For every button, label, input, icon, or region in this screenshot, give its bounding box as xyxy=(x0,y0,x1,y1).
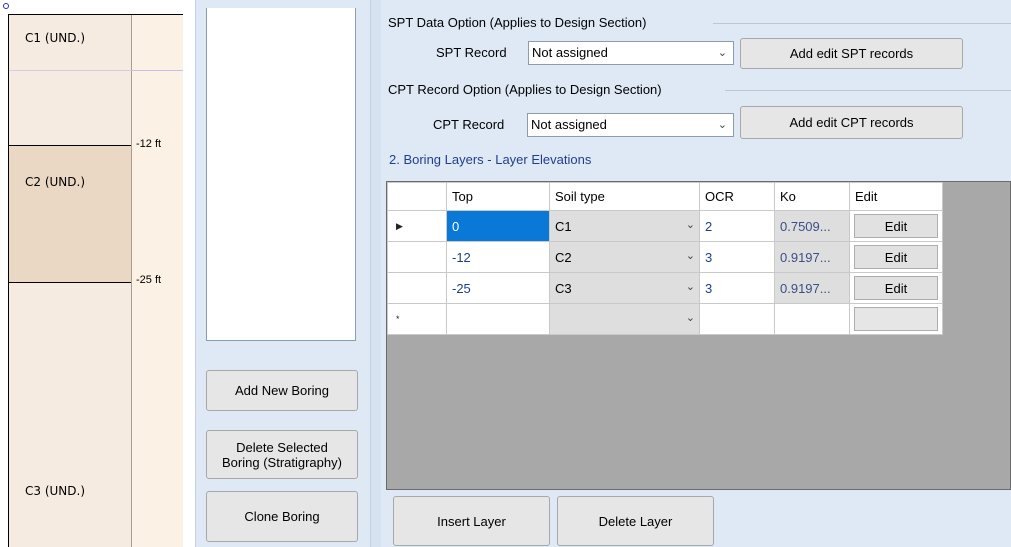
anchor-handle-icon[interactable] xyxy=(3,3,9,9)
ko-cell: 0.9197... xyxy=(774,241,850,273)
edit-cell: Edit xyxy=(849,241,943,273)
ocr-cell[interactable]: 3 xyxy=(699,272,775,304)
row-header[interactable] xyxy=(387,241,447,273)
top-cell[interactable]: -25 xyxy=(446,272,550,304)
chevron-down-icon: ⌄ xyxy=(717,47,727,59)
ocr-cell[interactable]: 3 xyxy=(699,241,775,273)
cpt-group-border xyxy=(725,90,1011,91)
edit-layer-button[interactable]: Edit xyxy=(854,245,938,269)
add-new-boring-button[interactable]: Add New Boring xyxy=(206,370,358,411)
layers-table: Top Soil type OCR Ko Edit ▶ 0 C1 ⌄ 2 0.75… xyxy=(387,182,943,335)
table-header-row: Top Soil type OCR Ko Edit xyxy=(387,182,943,211)
soil-type-cell[interactable]: C1 ⌄ xyxy=(549,210,700,242)
table-row[interactable]: ▶ 0 C1 ⌄ 2 0.7509... Edit xyxy=(387,210,943,242)
clone-boring-button[interactable]: Clone Boring xyxy=(206,491,358,542)
panel-splitter[interactable] xyxy=(370,0,381,547)
insert-layer-button[interactable]: Insert Layer xyxy=(393,496,550,546)
new-row-icon[interactable]: * xyxy=(387,303,447,335)
row-header-corner xyxy=(387,182,447,211)
column-header-ko[interactable]: Ko xyxy=(774,182,850,211)
spt-record-label: SPT Record xyxy=(436,45,507,60)
chevron-down-icon: ⌄ xyxy=(717,119,727,131)
top-cell[interactable] xyxy=(446,303,550,335)
soil-type-cell[interactable]: C3 ⌄ xyxy=(549,272,700,304)
chevron-down-icon: ⌄ xyxy=(685,219,695,231)
chevron-down-icon: ⌄ xyxy=(685,250,695,262)
boring-details-panel: SPT Data Option (Applies to Design Secti… xyxy=(381,0,1011,547)
edit-cell: Edit xyxy=(849,272,943,304)
ocr-cell[interactable]: 2 xyxy=(699,210,775,242)
cpt-group-title: CPT Record Option (Applies to Design Sec… xyxy=(388,82,662,97)
row-header[interactable] xyxy=(387,272,447,304)
edit-layer-button[interactable]: Edit xyxy=(854,214,938,238)
boring-layers-title: 2. Boring Layers - Layer Elevations xyxy=(389,152,592,167)
edit-layer-button[interactable] xyxy=(854,307,938,331)
ko-cell: 0.9197... xyxy=(774,272,850,304)
boring-panel: Add New Boring Delete Selected Boring (S… xyxy=(195,0,370,547)
ko-cell: 0.7509... xyxy=(774,210,850,242)
column-header-ocr[interactable]: OCR xyxy=(699,182,775,211)
elevation-label-25: -25 ft xyxy=(136,274,162,286)
stratum-c3[interactable] xyxy=(8,282,131,547)
layers-grid[interactable]: Top Soil type OCR Ko Edit ▶ 0 C1 ⌄ 2 0.75… xyxy=(386,181,1011,490)
add-edit-cpt-button[interactable]: Add edit CPT records xyxy=(740,106,963,139)
chevron-down-icon: ⌄ xyxy=(685,281,695,293)
boring-list[interactable] xyxy=(206,8,356,341)
spt-group-border xyxy=(713,23,1011,24)
row-pointer-icon[interactable]: ▶ xyxy=(387,210,447,242)
column-header-edit[interactable]: Edit xyxy=(849,182,943,211)
edit-layer-button[interactable]: Edit xyxy=(854,276,938,300)
column-header-soil-type[interactable]: Soil type xyxy=(549,182,700,211)
stratum-label-c2: C2 (UND.) xyxy=(25,175,86,189)
table-row[interactable]: -25 C3 ⌄ 3 0.9197... Edit xyxy=(387,272,943,304)
soil-type-cell[interactable]: ⌄ xyxy=(549,303,700,335)
chevron-down-icon: ⌄ xyxy=(685,312,695,324)
ko-cell xyxy=(774,303,850,335)
spt-record-select[interactable]: Not assigned ⌄ xyxy=(528,41,734,65)
axis-divider xyxy=(131,70,183,71)
stratigraphy-view: C1 (UND.) C2 (UND.) C3 (UND.) -12 ft -25… xyxy=(0,0,195,547)
edit-cell xyxy=(849,303,943,335)
delete-selected-boring-button[interactable]: Delete Selected Boring (Stratigraphy) xyxy=(206,430,358,479)
soil-type-cell[interactable]: C2 ⌄ xyxy=(549,241,700,273)
table-row[interactable]: -12 C2 ⌄ 3 0.9197... Edit xyxy=(387,241,943,273)
stratum-c2[interactable] xyxy=(8,145,131,282)
edit-cell: Edit xyxy=(849,210,943,242)
table-row-new[interactable]: * ⌄ xyxy=(387,303,943,335)
cpt-record-label: CPT Record xyxy=(433,117,505,132)
spt-group-title: SPT Data Option (Applies to Design Secti… xyxy=(388,15,647,30)
stratum-label-c1: C1 (UND.) xyxy=(25,31,86,45)
top-cell[interactable]: 0 xyxy=(446,210,550,242)
column-header-top[interactable]: Top xyxy=(446,182,550,211)
ocr-cell[interactable] xyxy=(699,303,775,335)
add-edit-spt-button[interactable]: Add edit SPT records xyxy=(740,38,963,69)
top-cell[interactable]: -12 xyxy=(446,241,550,273)
stratum-label-c3: C3 (UND.) xyxy=(25,484,86,498)
cpt-record-select[interactable]: Not assigned ⌄ xyxy=(527,113,734,137)
delete-layer-button[interactable]: Delete Layer xyxy=(557,496,714,546)
elevation-label-12: -12 ft xyxy=(136,138,162,150)
